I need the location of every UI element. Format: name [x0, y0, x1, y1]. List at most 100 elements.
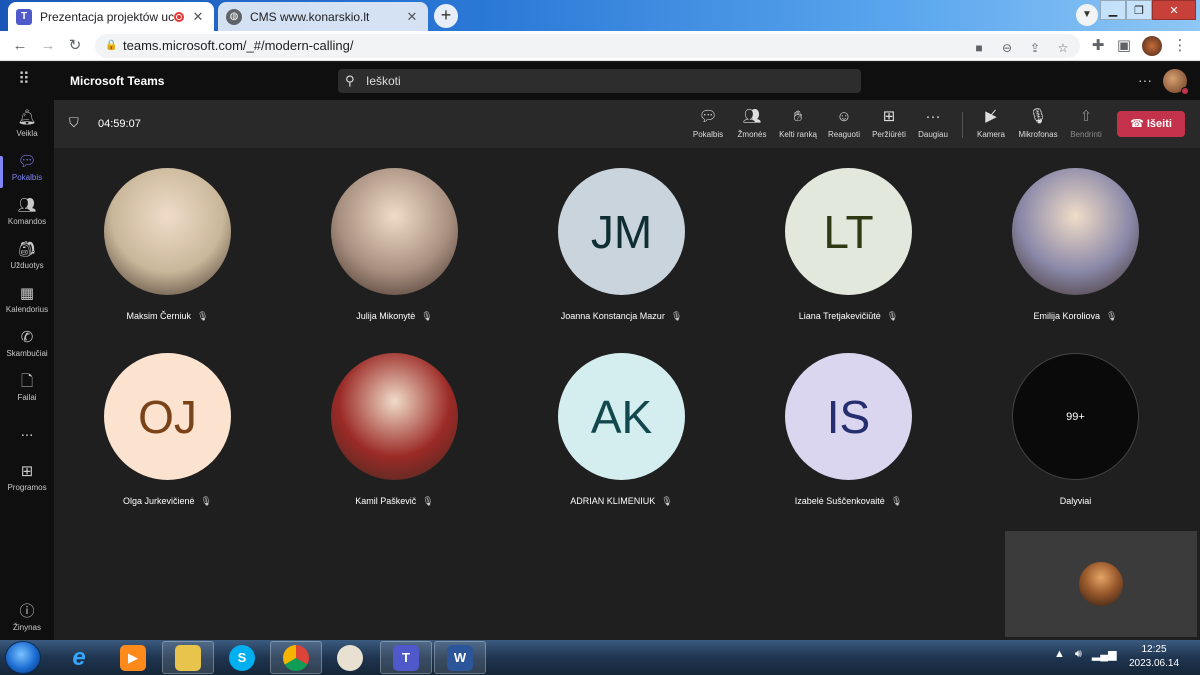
- browser-tab-cms[interactable]: ◍ CMS www.konarskio.lt ✕: [218, 2, 428, 31]
- mic-muted-icon: 🎙︎: [1106, 311, 1118, 321]
- avatar-initials: OJ: [138, 390, 197, 443]
- avatar-initials: 99+: [1066, 410, 1085, 423]
- participant-photo: [104, 168, 231, 295]
- taskbar-word[interactable]: W: [434, 641, 486, 674]
- rail-item-assignments[interactable]: 🎒︎ Užduotys: [0, 240, 54, 284]
- participant-tile[interactable]: Kamil Paškevič 🎙︎: [281, 333, 508, 513]
- self-view[interactable]: [1005, 531, 1197, 637]
- participant-tile[interactable]: IS Izabelė Suščenkovaitė 🎙︎: [735, 333, 962, 513]
- participant-tile[interactable]: 99+ Dalyviai: [962, 333, 1189, 513]
- assignments-icon: 🎒︎: [17, 241, 37, 258]
- people-button[interactable]: 👥︎ Žmonės: [728, 108, 776, 139]
- system-tray: ▲ 🔊︎ ▂▄▆: [1054, 648, 1117, 661]
- search-placeholder: Ieškoti: [366, 74, 401, 88]
- close-tab-icon[interactable]: ✕: [404, 9, 420, 25]
- view-button[interactable]: ⊞ Peržiūrėti: [865, 108, 913, 139]
- clock[interactable]: 12:25 2023.06.14: [1124, 643, 1184, 671]
- participant-name: Liana Tretjakevičiūtė 🎙︎: [798, 311, 899, 321]
- browser-toolbar: ← → ↻ 🔒 teams.microsoft.com/_#/modern-ca…: [0, 31, 1200, 61]
- chat-icon: 💬︎: [698, 108, 718, 125]
- taskbar-chrome[interactable]: [270, 641, 322, 674]
- reload-icon[interactable]: ↻: [65, 36, 85, 56]
- participant-name: ADRIAN KLIMENIUK 🎙︎: [570, 496, 673, 506]
- more-icon: ···: [925, 108, 941, 125]
- taskbar-skype[interactable]: S: [216, 641, 268, 674]
- more-button[interactable]: ··· Daugiau: [909, 108, 957, 139]
- app-launcher-icon[interactable]: ⠿: [18, 71, 36, 89]
- leave-button[interactable]: ☎︎ Išeiti: [1117, 111, 1185, 137]
- forward-arrow-icon[interactable]: →: [38, 36, 58, 56]
- participant-name: Kamil Paškevič 🎙︎: [355, 496, 434, 506]
- raise-hand-button[interactable]: ✋︎ Kelti ranką: [774, 108, 822, 139]
- bookmark-star-icon[interactable]: ☆: [1054, 39, 1072, 57]
- rail-item-apps[interactable]: ⊞ Programos: [0, 462, 54, 506]
- browser-tab-presentation[interactable]: T Prezentacja projektów ucznió ✕: [8, 2, 214, 31]
- participant-tile[interactable]: JM Joanna Konstancja Mazur 🎙︎: [508, 148, 735, 328]
- mic-muted-icon: 🎙︎: [421, 311, 433, 321]
- tab-search-chevron-icon[interactable]: ▼: [1076, 4, 1098, 26]
- participant-tile[interactable]: Maksim Černiuk 🎙︎: [54, 148, 281, 328]
- rail-item-chat[interactable]: 💬︎ Pokalbis: [0, 152, 54, 196]
- help-icon: ⓘ: [19, 603, 35, 620]
- extensions-puzzle-icon[interactable]: ✚: [1088, 36, 1108, 56]
- rail-item-activity[interactable]: 🔔︎ Veikla: [0, 108, 54, 152]
- back-arrow-icon[interactable]: ←: [10, 36, 30, 56]
- side-panel-icon[interactable]: ▣: [1114, 36, 1134, 56]
- zoom-icon[interactable]: ⊖: [998, 39, 1016, 57]
- skype-icon: S: [229, 644, 255, 671]
- mic-muted-icon: 🎙︎: [422, 496, 434, 506]
- people-icon: 👥︎: [742, 108, 762, 125]
- close-tab-icon[interactable]: ✕: [190, 9, 206, 25]
- camera-icon[interactable]: ■: [970, 39, 988, 57]
- media-player-icon: ▶: [120, 644, 146, 671]
- profile-avatar[interactable]: [1142, 36, 1162, 56]
- word-icon: W: [447, 644, 473, 671]
- mic-muted-icon: 🎙︎: [886, 311, 899, 321]
- participant-tile[interactable]: LT Liana Tretjakevičiūtė 🎙︎: [735, 148, 962, 328]
- view-icon: ⊞: [882, 108, 896, 125]
- microphone-button[interactable]: 🎙︎ Mikrofonas: [1014, 108, 1062, 139]
- start-button[interactable]: [5, 641, 41, 674]
- rail-item-calendar[interactable]: ▦ Kalendorius: [0, 284, 54, 328]
- new-tab-button[interactable]: +: [434, 4, 458, 28]
- rail-item-more[interactable]: ...: [0, 422, 54, 446]
- taskbar-teams[interactable]: T: [380, 641, 432, 674]
- signal-icon[interactable]: ▂▄▆: [1092, 648, 1117, 661]
- react-button[interactable]: ☺ Reaguoti: [820, 108, 868, 139]
- share-button[interactable]: ⇧ Bendrinti: [1062, 108, 1110, 139]
- divider: [962, 112, 963, 138]
- minimize-button[interactable]: ▁: [1100, 0, 1126, 20]
- more-options-icon[interactable]: ···: [1138, 72, 1152, 88]
- participant-tile[interactable]: OJ Olga Jurkevičienė 🎙︎: [54, 333, 281, 513]
- lock-icon: 🔒: [105, 40, 118, 51]
- taskbar-ie[interactable]: e: [53, 641, 105, 674]
- app-rail: 🔔︎ Veikla 💬︎ Pokalbis 👥︎ Komandos 🎒︎ Užd…: [0, 100, 54, 640]
- tab-title: CMS www.konarskio.lt: [250, 9, 370, 24]
- participant-tile[interactable]: AK ADRIAN KLIMENIUK 🎙︎: [508, 333, 735, 513]
- tray-expand-icon[interactable]: ▲: [1054, 648, 1065, 661]
- participant-tile[interactable]: Emilija Koroliova 🎙︎: [962, 148, 1189, 328]
- teams-icon: T: [393, 644, 419, 671]
- address-bar[interactable]: 🔒 teams.microsoft.com/_#/modern-calling/…: [95, 34, 1080, 58]
- self-avatar: [1079, 562, 1123, 606]
- rail-item-files[interactable]: 🗋 Failai: [0, 372, 54, 416]
- volume-icon[interactable]: 🔊︎: [1075, 648, 1082, 661]
- status-badge: [1181, 87, 1189, 95]
- kebab-menu-icon[interactable]: ⋮: [1170, 36, 1190, 56]
- taskbar-paint[interactable]: [324, 641, 376, 674]
- taskbar-media-player[interactable]: ▶: [107, 641, 159, 674]
- close-window-button[interactable]: ✕: [1152, 0, 1196, 20]
- recording-icon: [174, 11, 184, 22]
- share-icon[interactable]: ⇪: [1026, 39, 1044, 57]
- folder-icon: [175, 644, 201, 671]
- rail-item-teams[interactable]: 👥︎ Komandos: [0, 196, 54, 240]
- taskbar-explorer[interactable]: [162, 641, 214, 674]
- rail-item-calls[interactable]: ✆ Skambučiai: [0, 328, 54, 372]
- chat-button[interactable]: 💬︎ Pokalbis: [684, 108, 732, 139]
- restore-button[interactable]: ❐: [1126, 0, 1152, 20]
- search-input[interactable]: ⚲ Ieškoti: [338, 69, 861, 93]
- camera-button[interactable]: ▶̸ Kamera: [967, 108, 1015, 139]
- participant-initials-avatar: LT: [785, 168, 912, 295]
- participant-initials-avatar: 99+: [1012, 353, 1139, 480]
- participant-tile[interactable]: Julija Mikonytė 🎙︎: [281, 148, 508, 328]
